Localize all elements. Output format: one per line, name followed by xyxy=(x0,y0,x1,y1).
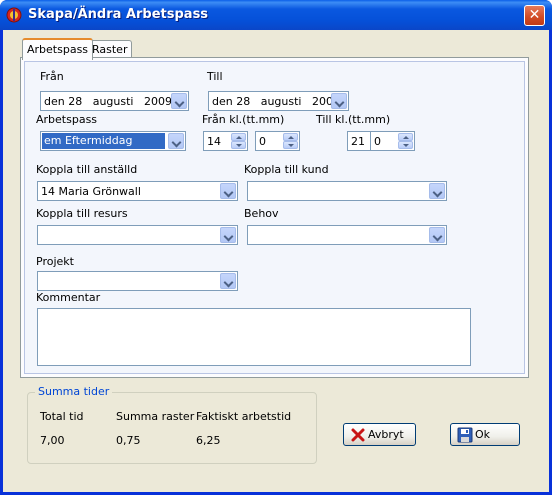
fran-kl-minutes-stepper[interactable]: 0 xyxy=(255,131,300,151)
fran-label: Från xyxy=(40,70,64,83)
chevron-down-icon[interactable] xyxy=(429,227,445,243)
koppla-anstalld-select[interactable]: 14 Maria Grönwall xyxy=(37,181,238,201)
behov-label: Behov xyxy=(244,207,279,220)
spin-up-icon[interactable] xyxy=(398,133,413,141)
summa-raster-label: Summa raster xyxy=(116,410,195,423)
spin-up-icon[interactable] xyxy=(231,133,246,141)
form-area: Från den 28 augusti 2009 Till den 28 aug… xyxy=(24,61,525,374)
avbryt-button[interactable]: Avbryt xyxy=(343,423,416,446)
kommentar-label: Kommentar xyxy=(36,291,101,304)
behov-select[interactable] xyxy=(247,225,447,245)
tab-arbetspass-label: Arbetspass xyxy=(27,43,89,56)
summa-tider-group xyxy=(27,392,317,464)
cancel-x-icon xyxy=(351,428,365,442)
fran-kl-hours-value: 14 xyxy=(207,135,221,148)
spin-down-icon[interactable] xyxy=(398,141,413,149)
avbryt-button-label: Avbryt xyxy=(368,428,404,441)
close-icon: ✕ xyxy=(528,7,541,23)
tab-panel-arbetspass: Från den 28 augusti 2009 Till den 28 aug… xyxy=(20,57,529,378)
projekt-label: Projekt xyxy=(36,255,74,268)
dialog-window: Skapa/Ändra Arbetspass ✕ Arbetspass Rast… xyxy=(0,0,552,495)
chevron-down-icon[interactable] xyxy=(220,183,236,199)
tab-arbetspass[interactable]: Arbetspass xyxy=(22,38,94,60)
till-kl-minutes-stepper[interactable]: 0 xyxy=(370,131,415,151)
fran-date-picker[interactable]: den 28 augusti 2009 xyxy=(40,91,189,111)
ok-button-label: Ok xyxy=(475,428,491,441)
till-date-value: den 28 augusti 2009 xyxy=(212,95,340,108)
summa-tider-title: Summa tider xyxy=(35,385,113,398)
till-kl-minutes-value: 0 xyxy=(374,135,381,148)
chevron-down-icon[interactable] xyxy=(168,133,184,149)
ok-button[interactable]: Ok xyxy=(450,423,520,446)
koppla-kund-label: Koppla till kund xyxy=(244,163,329,176)
koppla-resurs-label: Koppla till resurs xyxy=(36,207,128,220)
kommentar-textarea[interactable] xyxy=(37,308,471,366)
save-disk-icon xyxy=(457,427,473,443)
koppla-anstalld-label: Koppla till anställd xyxy=(36,163,138,176)
chevron-down-icon[interactable] xyxy=(429,183,445,199)
till-kl-hours-value: 21 xyxy=(351,135,365,148)
spin-down-icon[interactable] xyxy=(283,141,298,149)
koppla-resurs-select[interactable] xyxy=(37,225,238,245)
projekt-select[interactable] xyxy=(37,271,238,291)
till-date-picker[interactable]: den 28 augusti 2009 xyxy=(208,91,349,111)
chevron-down-icon[interactable] xyxy=(331,93,347,109)
koppla-anstalld-value: 14 Maria Grönwall xyxy=(41,185,141,198)
app-icon xyxy=(6,7,22,23)
fran-kl-hours-stepper[interactable]: 14 xyxy=(203,131,248,151)
dialog-client-area: Arbetspass Raster Från den 28 augusti 20… xyxy=(3,30,549,492)
till-label: Till xyxy=(207,70,223,83)
fran-kl-label: Från kl.(tt.mm) xyxy=(202,113,285,126)
total-tid-value: 7,00 xyxy=(40,434,65,447)
spin-up-icon[interactable] xyxy=(283,133,298,141)
title-bar[interactable]: Skapa/Ändra Arbetspass ✕ xyxy=(0,0,552,30)
window-title: Skapa/Ändra Arbetspass xyxy=(28,7,209,22)
chevron-down-icon[interactable] xyxy=(171,93,187,109)
till-kl-label: Till kl.(tt.mm) xyxy=(316,113,391,126)
arbetspass-select[interactable]: em Eftermiddag xyxy=(40,131,186,151)
koppla-kund-select[interactable] xyxy=(247,181,447,201)
faktiskt-arbetstid-value: 6,25 xyxy=(196,434,221,447)
spin-down-icon[interactable] xyxy=(231,141,246,149)
fran-kl-minutes-value: 0 xyxy=(259,135,266,148)
chevron-down-icon[interactable] xyxy=(220,227,236,243)
tab-raster-label: Raster xyxy=(92,43,128,56)
close-button[interactable]: ✕ xyxy=(524,5,545,26)
summa-raster-value: 0,75 xyxy=(116,434,141,447)
fran-date-value: den 28 augusti 2009 xyxy=(44,95,172,108)
arbetspass-label: Arbetspass xyxy=(36,113,98,126)
arbetspass-value: em Eftermiddag xyxy=(42,133,165,149)
faktiskt-arbetstid-label: Faktiskt arbetstid xyxy=(196,410,292,423)
total-tid-label: Total tid xyxy=(40,410,84,423)
chevron-down-icon[interactable] xyxy=(220,273,236,289)
